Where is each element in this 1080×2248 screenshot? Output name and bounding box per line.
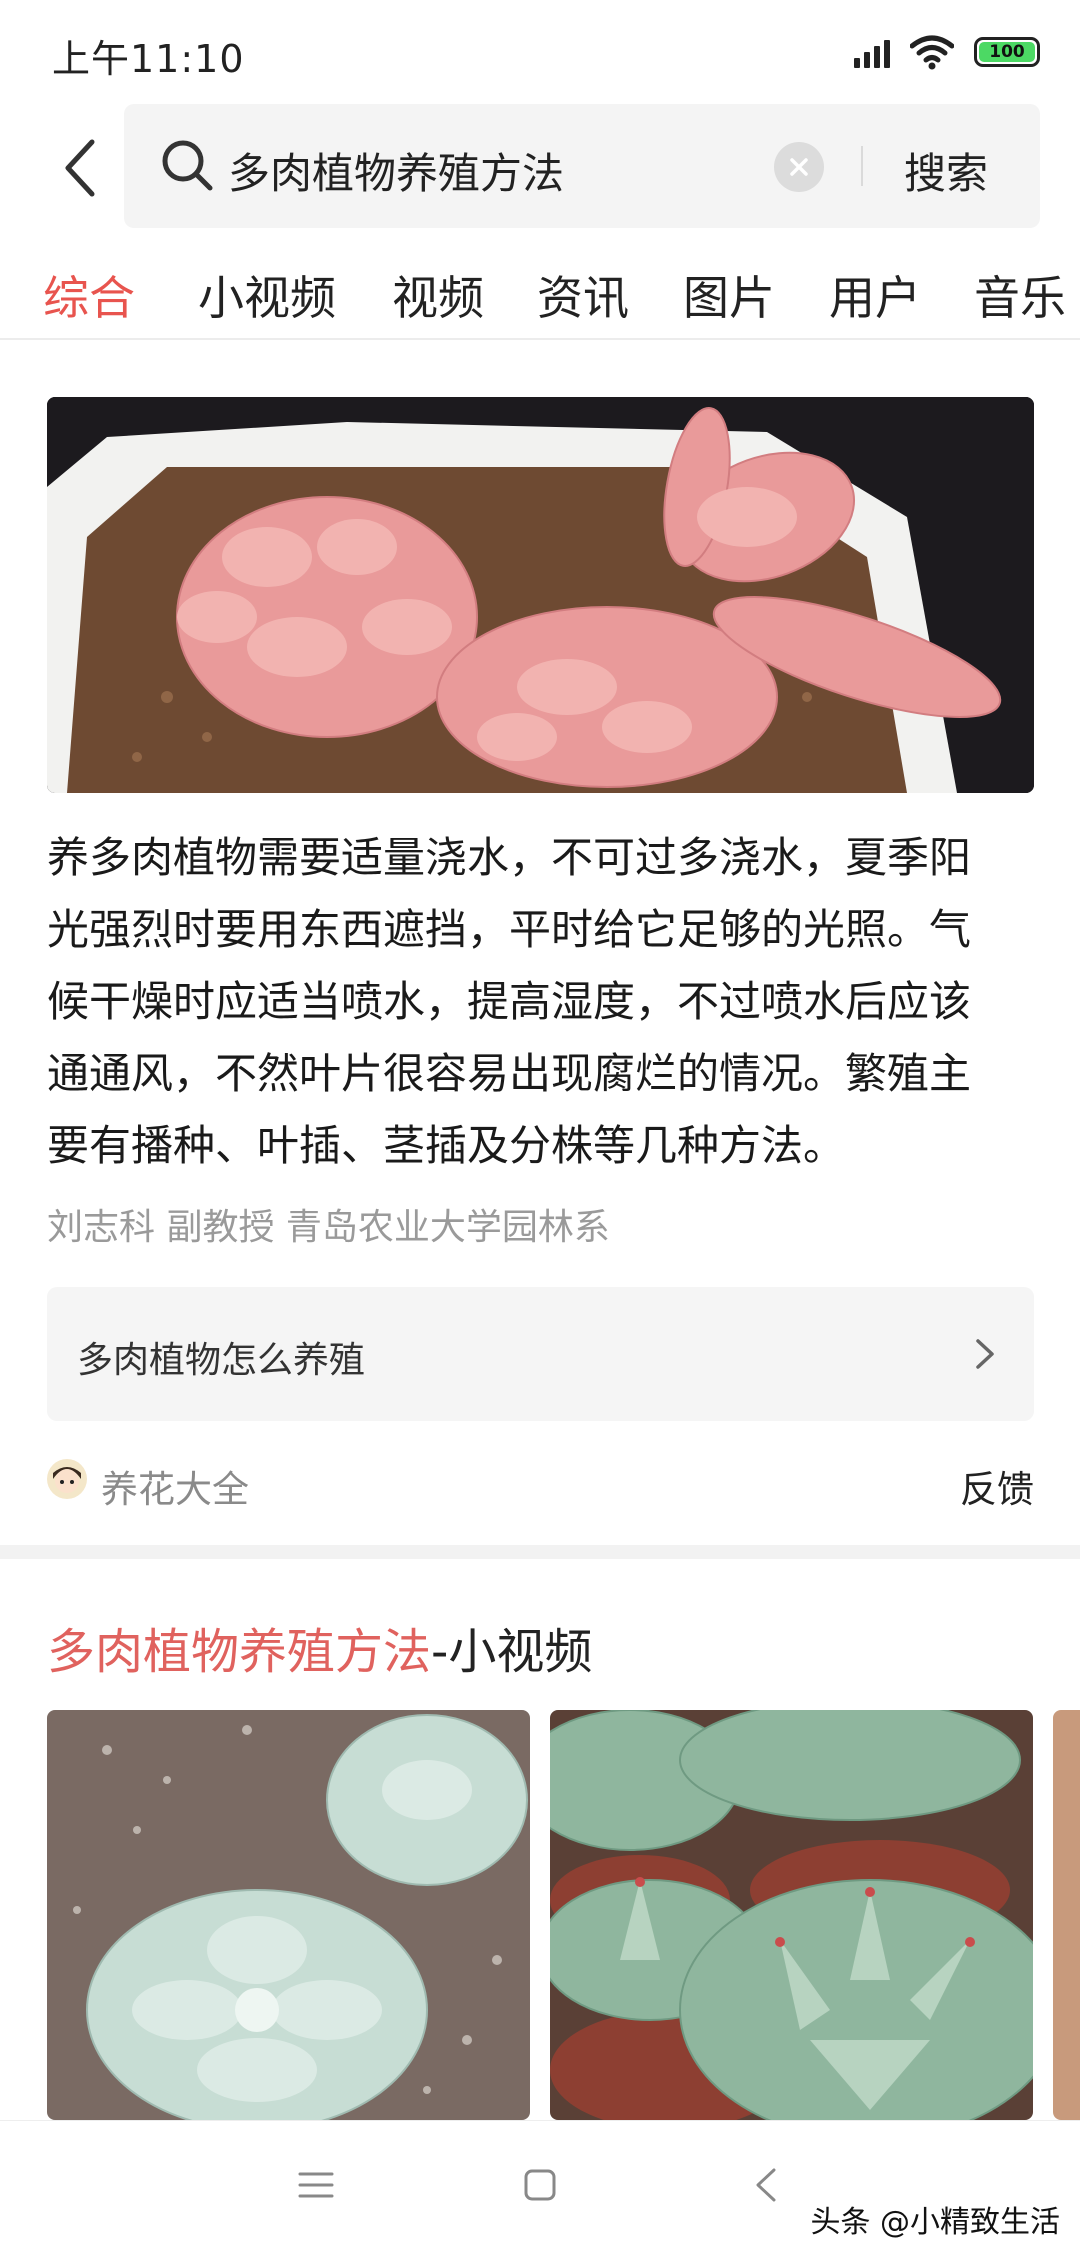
related-question-text: 多肉植物怎么养殖	[77, 1340, 366, 1381]
close-circle-icon	[790, 158, 808, 176]
wifi-icon	[910, 35, 954, 70]
search-divider	[861, 146, 863, 186]
answer-image[interactable]	[47, 397, 1034, 793]
search-submit-button[interactable]: 搜索	[904, 140, 988, 201]
back-nav-button[interactable]	[736, 2155, 796, 2215]
video-thumb[interactable]	[47, 1710, 530, 2120]
search-tabs: 综合 小视频 视频 资讯 图片 用户 音乐	[0, 240, 1080, 340]
video-section-title[interactable]: 多肉植物养殖方法-小视频	[47, 1612, 592, 1682]
site-avatar[interactable]	[47, 1459, 87, 1499]
answer-line: 要有播种、叶插、茎插及分株等几种方法。	[47, 1121, 846, 1170]
tab-video[interactable]: 视频	[392, 262, 484, 328]
search-header: 多肉植物养殖方法 搜索	[0, 100, 1080, 235]
home-button[interactable]	[510, 2155, 570, 2215]
tab-short-video[interactable]: 小视频	[198, 262, 336, 328]
magnifier-icon	[162, 140, 213, 191]
succulent-thumbnail	[550, 1710, 1033, 2120]
tab-images[interactable]: 图片	[683, 262, 775, 328]
search-input[interactable]: 多肉植物养殖方法	[228, 140, 564, 201]
status-icons: 100	[854, 32, 1040, 72]
tab-news[interactable]: 资讯	[537, 262, 629, 328]
status-time: 上午11:10	[52, 37, 245, 81]
back-button[interactable]	[40, 128, 120, 208]
video-section-highlight: 多肉植物养殖方法	[47, 1624, 432, 1680]
feedback-button[interactable]: 反馈	[960, 1459, 1034, 1513]
related-question[interactable]: 多肉植物怎么养殖	[47, 1287, 1034, 1421]
system-nav-bar: 头条 @小精致生活	[0, 2120, 1080, 2248]
avatar-icon	[47, 1459, 87, 1499]
tab-music[interactable]: 音乐	[974, 262, 1066, 328]
section-divider	[0, 1545, 1080, 1559]
tab-comprehensive[interactable]: 综合	[43, 262, 135, 328]
answer-line: 通通风，不然叶片很容易出现腐烂的情况。繁殖主	[47, 1049, 972, 1098]
tab-users[interactable]: 用户	[829, 262, 921, 328]
answer-line: 光强烈时要用东西遮挡，平时给它足够的光照。气	[47, 905, 972, 954]
answer-line: 候干燥时应适当喷水，提高湿度，不过喷水后应该	[47, 977, 972, 1026]
chevron-right-icon	[976, 1339, 994, 1369]
menu-button[interactable]	[286, 2155, 346, 2215]
answer-text: 养多肉植物需要适量浇水，不可过多浇水，夏季阳 光强烈时要用东西遮挡，平时给它足够…	[47, 822, 1037, 1182]
search-box[interactable]: 多肉植物养殖方法 搜索	[124, 104, 1040, 228]
video-section-suffix: -小视频	[431, 1624, 593, 1680]
source-site-row: 养花大全 反馈	[47, 1455, 1034, 1515]
video-thumb[interactable]	[550, 1710, 1033, 2120]
back-triangle-icon	[756, 2168, 776, 2202]
watermark: 头条 @小精致生活	[810, 2205, 1060, 2240]
signal-icon	[854, 36, 890, 68]
clear-search-button[interactable]	[774, 142, 824, 192]
video-thumbnail-partial	[1053, 1710, 1080, 2120]
status-bar: 上午11:10 100	[0, 0, 1080, 100]
square-home-icon	[524, 2169, 556, 2201]
menu-icon	[298, 2172, 334, 2198]
battery-level: 100	[979, 42, 1035, 62]
video-strip	[47, 1710, 1080, 2120]
answer-source: 刘志科 副教授 青岛农业大学园林系	[47, 1207, 610, 1248]
site-name[interactable]: 养花大全	[101, 1459, 249, 1513]
battery-icon: 100	[974, 37, 1040, 67]
video-thumb[interactable]	[1053, 1710, 1080, 2120]
chevron-left-icon	[65, 139, 95, 197]
answer-line: 养多肉植物需要适量浇水，不可过多浇水，夏季阳	[47, 833, 972, 882]
succulent-thumbnail	[47, 1710, 530, 2120]
succulent-photo	[47, 397, 1034, 793]
